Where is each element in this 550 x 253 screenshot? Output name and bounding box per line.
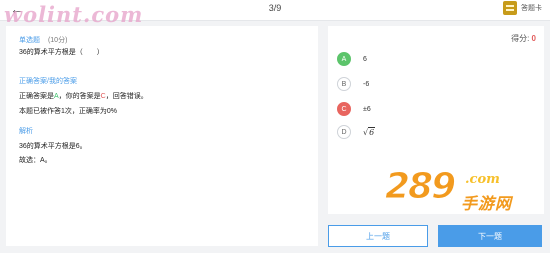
option-b[interactable]: B -6	[337, 76, 369, 92]
question-points: (10分)	[47, 37, 68, 44]
question-header: 单选题 (10分)	[19, 35, 67, 45]
answer-result-suffix: ，回答错误。	[105, 93, 148, 100]
question-type: 单选题	[19, 37, 40, 44]
answer-result-mid: ，你的答案是	[58, 93, 101, 100]
answer-card-button[interactable]: 答题卡	[503, 1, 542, 15]
prev-question-button[interactable]: 上一题	[328, 225, 428, 247]
square-root-radicand: 6	[368, 127, 376, 137]
answer-card-icon	[503, 1, 517, 15]
option-d[interactable]: D √ 6	[337, 124, 376, 140]
answer-result-line: 正确答案是A，你的答案是C，回答错误。	[19, 91, 148, 101]
analysis-line-1: 36的算术平方根是6。	[19, 143, 87, 150]
option-d-marker: D	[337, 125, 351, 139]
option-c-marker: C	[337, 102, 351, 116]
score-label: 得分:	[511, 34, 532, 43]
option-b-text: -6	[363, 80, 370, 88]
square-root-expression: √ 6	[363, 127, 376, 137]
analysis-title: 解析	[19, 128, 33, 135]
result-section-title: 正确答案/我的答案	[19, 78, 77, 85]
option-c[interactable]: C ±6	[337, 101, 371, 117]
option-a-marker: A	[337, 52, 351, 66]
options-panel: 得分: 0 A 6 B -6 C ±6 D √ 6	[328, 26, 544, 214]
score-display: 得分: 0	[511, 33, 536, 44]
question-panel: 单选题 (10分) 36的算术平方根是（ ） 正确答案/我的答案 正确答案是A，…	[6, 26, 318, 246]
answer-stats: 本题已被作答1次，正确率为0%	[19, 108, 118, 115]
top-bar: ← 3/9 答题卡	[0, 0, 550, 21]
question-text: 36的算术平方根是（ ）	[19, 49, 104, 56]
score-value: 0	[531, 34, 536, 43]
answer-result-prefix: 正确答案是	[19, 93, 54, 100]
option-a[interactable]: A 6	[337, 51, 367, 67]
option-c-text: ±6	[363, 105, 371, 113]
question-progress: 3/9	[268, 3, 282, 13]
option-a-text: 6	[363, 55, 367, 63]
option-b-marker: B	[337, 77, 351, 91]
answer-card-label: 答题卡	[521, 5, 542, 12]
analysis-line-2: 故选：A。	[19, 157, 52, 164]
option-d-text: √ 6	[363, 127, 376, 137]
next-question-button[interactable]: 下一题	[438, 225, 542, 247]
